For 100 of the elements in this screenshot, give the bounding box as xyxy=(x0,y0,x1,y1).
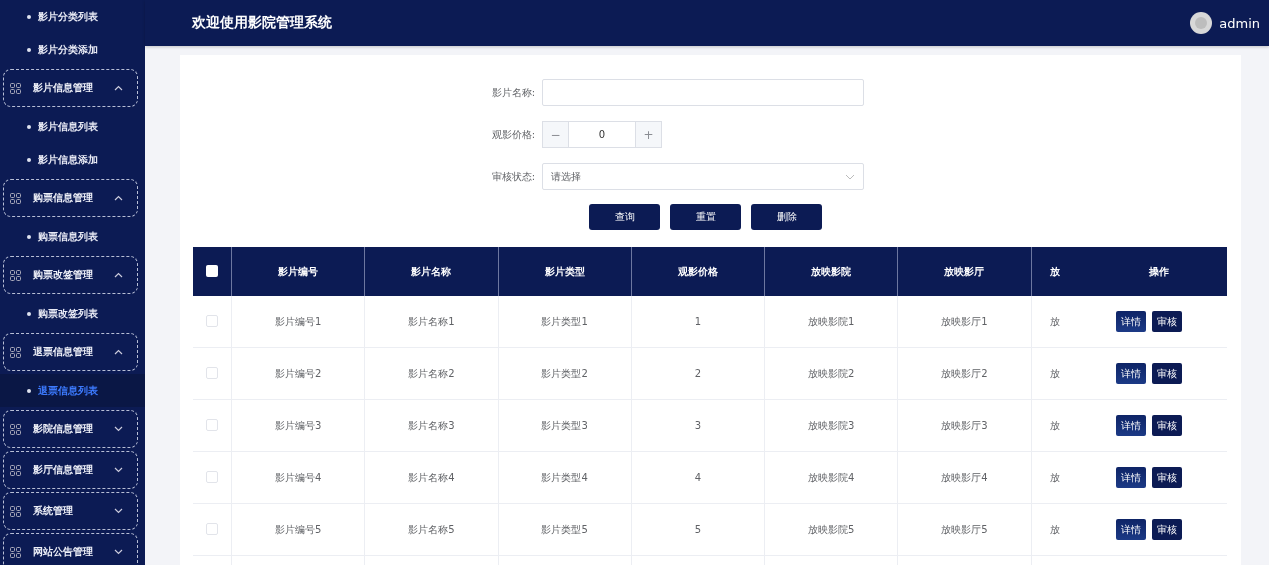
table-cell: 放映影厅1 xyxy=(897,296,1031,348)
table-cell: 放映影厅3 xyxy=(897,399,1031,452)
table-cell: 放映影院3 xyxy=(764,399,898,452)
table-cell: 影片编号3 xyxy=(231,399,365,452)
grid-icon xyxy=(10,269,21,281)
details-button[interactable]: 详情 xyxy=(1116,311,1146,332)
column-header: 放 xyxy=(1031,247,1091,296)
field-label: 审核状态: xyxy=(490,169,536,184)
checkbox[interactable] xyxy=(206,314,218,327)
details-button[interactable]: 详情 xyxy=(1116,467,1146,488)
table-cell: 影片名称2 xyxy=(364,347,498,400)
column-header: 操作 xyxy=(1091,247,1227,296)
checkbox[interactable] xyxy=(206,366,218,379)
action-button[interactable]: 重置 xyxy=(670,204,741,230)
sidebar-group[interactable]: 影片信息管理 xyxy=(3,69,138,107)
sidebar-group[interactable]: 影厅信息管理 xyxy=(3,451,138,489)
avatar-icon[interactable] xyxy=(1190,12,1213,34)
sidebar-item[interactable]: 影片信息添加 xyxy=(0,143,145,176)
table-cell: 放 xyxy=(1031,399,1091,452)
table-cell: 影片类型1 xyxy=(498,296,632,348)
sidebar-group[interactable]: 网站公告管理 xyxy=(3,533,138,565)
sidebar-group[interactable]: 影院信息管理 xyxy=(3,410,138,448)
table-cell: 影片类型2 xyxy=(498,347,632,400)
grid-icon xyxy=(10,546,21,558)
review-button[interactable]: 审核 xyxy=(1152,415,1182,436)
sidebar-item[interactable]: 退票信息列表 xyxy=(0,374,145,407)
table-cell: 2 xyxy=(631,347,765,400)
table-cell: 放映影院1 xyxy=(764,296,898,348)
page-title: 欢迎使用影院管理系统 xyxy=(192,14,332,32)
sidebar-item[interactable]: 影片分类列表 xyxy=(0,0,145,33)
table-cell: 影片名称4 xyxy=(364,451,498,504)
details-button[interactable]: 详情 xyxy=(1116,363,1146,384)
table-cell: 影片名称1 xyxy=(364,296,498,348)
table-cell: 影片名称3 xyxy=(364,399,498,452)
details-button[interactable]: 详情 xyxy=(1116,519,1146,540)
bullet-icon xyxy=(27,388,31,393)
table-cell: 放映影厅2 xyxy=(897,347,1031,400)
action-button[interactable]: 查询 xyxy=(589,204,660,230)
table-cell: 影片类型5 xyxy=(498,503,632,556)
action-button[interactable]: 删除 xyxy=(751,204,822,230)
sidebar-group[interactable]: 购票改签管理 xyxy=(3,256,138,294)
bullet-icon xyxy=(27,124,31,129)
user-name[interactable]: admin xyxy=(1219,15,1260,31)
review-button[interactable]: 审核 xyxy=(1152,363,1182,384)
table-cell: 放 xyxy=(1031,296,1091,348)
table-cell: 影片名称5 xyxy=(364,503,498,556)
grid-icon xyxy=(10,423,21,435)
table-cell: 影片编号2 xyxy=(231,347,365,400)
grid-icon xyxy=(10,192,21,204)
table-cell: 放映影院2 xyxy=(764,347,898,400)
review-button[interactable]: 审核 xyxy=(1152,467,1182,488)
table-cell: 影片类型3 xyxy=(498,399,632,452)
column-header: 影片名称 xyxy=(364,247,498,296)
sidebar-group[interactable]: 系统管理 xyxy=(3,492,138,530)
bullet-icon xyxy=(27,234,31,239)
sidebar-group[interactable]: 购票信息管理 xyxy=(3,179,138,217)
select-field[interactable]: 请选择 xyxy=(542,163,864,190)
table-cell: 放 xyxy=(1031,347,1091,400)
bullet-icon xyxy=(27,311,31,316)
bullet-icon xyxy=(27,14,31,19)
table-cell: 放 xyxy=(1031,451,1091,504)
table-cell: 5 xyxy=(631,503,765,556)
table-cell: 放 xyxy=(1031,503,1091,556)
checkbox[interactable] xyxy=(206,522,218,535)
field-label: 观影价格: xyxy=(490,127,536,142)
table-cell: 放映影厅5 xyxy=(897,503,1031,556)
grid-icon xyxy=(10,464,21,476)
column-header: 观影价格 xyxy=(631,247,765,296)
bullet-icon xyxy=(27,47,31,52)
checkbox[interactable] xyxy=(206,418,218,431)
table-cell: 4 xyxy=(631,451,765,504)
field-label: 影片名称: xyxy=(490,85,536,100)
grid-icon xyxy=(10,346,21,358)
table-cell: 1 xyxy=(631,296,765,348)
table-cell: 影片编号4 xyxy=(231,451,365,504)
grid-icon xyxy=(10,82,21,94)
input-field[interactable] xyxy=(542,79,864,106)
chevron-down-icon xyxy=(845,173,855,180)
table-cell: 放映影厅4 xyxy=(897,451,1031,504)
sidebar-item[interactable]: 影片信息列表 xyxy=(0,110,145,143)
table-cell: 影片类型4 xyxy=(498,451,632,504)
sidebar-group[interactable]: 退票信息管理 xyxy=(3,333,138,371)
sidebar-item[interactable]: 购票信息列表 xyxy=(0,220,145,253)
sidebar-item[interactable]: 购票改签列表 xyxy=(0,297,145,330)
table-cell: 放映影院5 xyxy=(764,503,898,556)
table-cell: 3 xyxy=(631,399,765,452)
sidebar-item[interactable]: 影片分类添加 xyxy=(0,33,145,66)
review-button[interactable]: 审核 xyxy=(1152,311,1182,332)
column-header: 放映影院 xyxy=(764,247,898,296)
table-cell: 影片编号1 xyxy=(231,296,365,348)
number-field[interactable]: 0 xyxy=(569,121,635,148)
column-header: 影片类型 xyxy=(498,247,632,296)
checkbox[interactable] xyxy=(206,470,218,483)
details-button[interactable]: 详情 xyxy=(1116,415,1146,436)
review-button[interactable]: 审核 xyxy=(1152,519,1182,540)
table-cell: 影片编号5 xyxy=(231,503,365,556)
bullet-icon xyxy=(27,157,31,162)
column-header: 放映影厅 xyxy=(897,247,1031,296)
table-cell: 放映影院4 xyxy=(764,451,898,504)
grid-icon xyxy=(10,505,21,517)
